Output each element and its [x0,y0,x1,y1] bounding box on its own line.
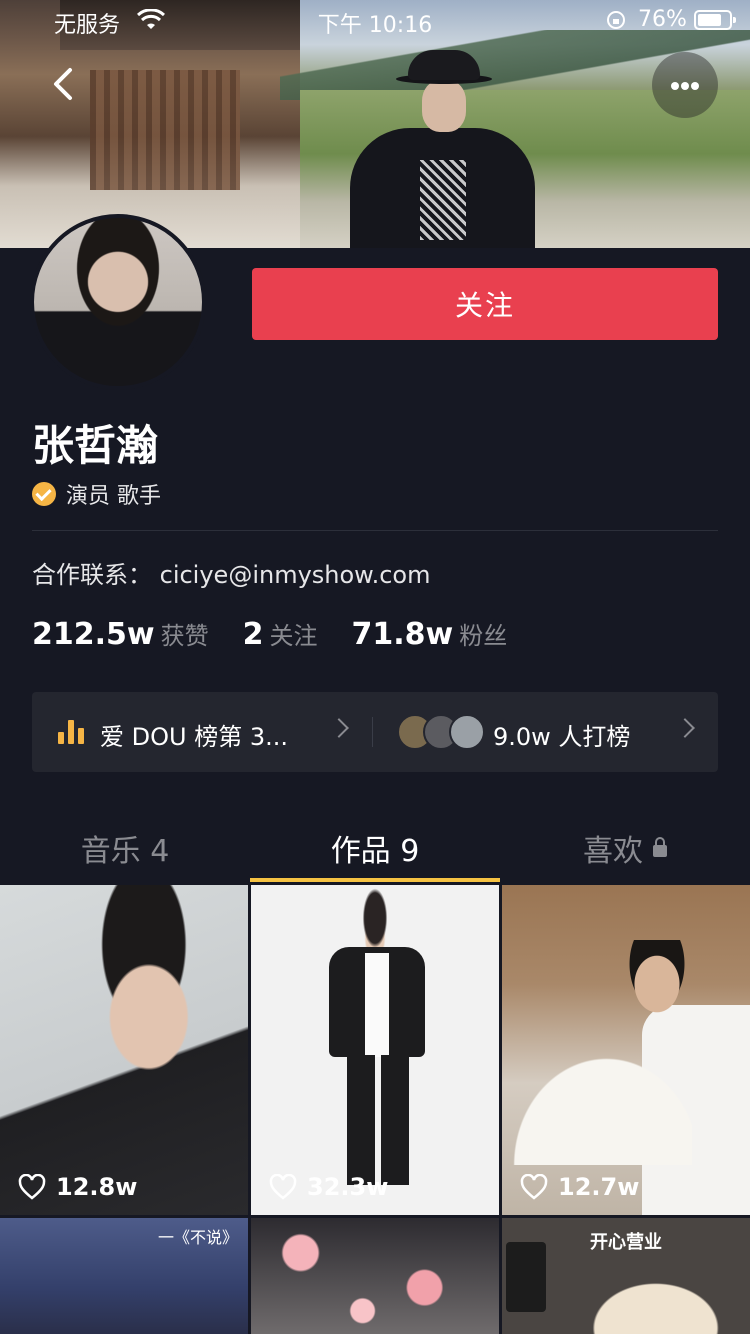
chevron-right-icon [675,718,695,738]
idol-rank-text: 爱 DOU 榜第 3... [100,723,288,751]
profile-stats: 212.5w 获赞 2 关注 71.8w 粉丝 [32,616,541,652]
divider [32,530,718,531]
back-chevron-icon[interactable] [40,60,88,108]
tab-likes[interactable]: 喜欢 [500,812,750,884]
lock-icon [653,837,667,857]
verified-icon [32,482,56,506]
video-thumbnail[interactable]: 开心营业 [502,1218,750,1334]
profile-name: 张哲瀚 [32,421,159,470]
rotation-lock-icon [607,11,625,29]
like-count: 12.7w [520,1173,639,1201]
content-tabs: 音乐 4 作品 9 喜欢 [0,812,750,884]
idol-rank-link[interactable]: 爱 DOU 榜第 3... [32,692,372,772]
supporter-avatars [397,714,487,750]
cover-person [350,40,535,248]
chevron-right-icon [329,718,349,738]
battery-icon [694,10,736,30]
tab-indicator [250,878,500,882]
video-grid: 12.8w 32.3w 12.7w 一《不说》 开心营业 [0,885,750,1334]
stat-followers[interactable]: 71.8w 粉丝 [351,616,507,652]
rank-bar: 爱 DOU 榜第 3... 9.0w 人打榜 [32,692,718,772]
video-thumbnail[interactable]: 一《不说》 [0,1218,248,1334]
heart-icon [18,1174,46,1200]
follow-button[interactable]: 关注 [252,268,718,340]
stat-following[interactable]: 2 关注 [243,616,318,652]
support-rank-link[interactable]: 9.0w 人打榜 [373,692,718,772]
heart-icon [520,1174,548,1200]
verified-title: 演员 歌手 [66,484,161,509]
video-thumbnail[interactable]: 12.8w [0,885,248,1215]
support-count-text: 9.0w 人打榜 [493,723,631,751]
stat-likes[interactable]: 212.5w 获赞 [32,616,209,652]
battery-percent: 76% [638,7,687,32]
tab-works[interactable]: 作品 9 [250,812,500,884]
more-icon[interactable] [652,52,718,118]
like-count: 32.3w [269,1173,388,1201]
avatar[interactable] [30,214,206,390]
verified-row: 演员 歌手 [32,478,161,510]
video-caption: 开心营业 [590,1232,662,1253]
video-thumbnail[interactable]: 32.3w [251,885,499,1215]
heart-icon [269,1174,297,1200]
video-thumbnail[interactable] [251,1218,499,1334]
tab-music[interactable]: 音乐 4 [0,812,250,884]
contact-info[interactable]: 合作联系： ciciye@inmyshow.com [32,555,431,590]
video-thumbnail[interactable]: 12.7w [502,885,750,1215]
like-count: 12.8w [18,1173,137,1201]
fan-image [502,1045,692,1165]
video-caption: 一《不说》 [158,1228,239,1247]
chart-bars-icon [58,720,86,744]
status-bar: 无服务 下午 10:16 76% [0,0,750,40]
